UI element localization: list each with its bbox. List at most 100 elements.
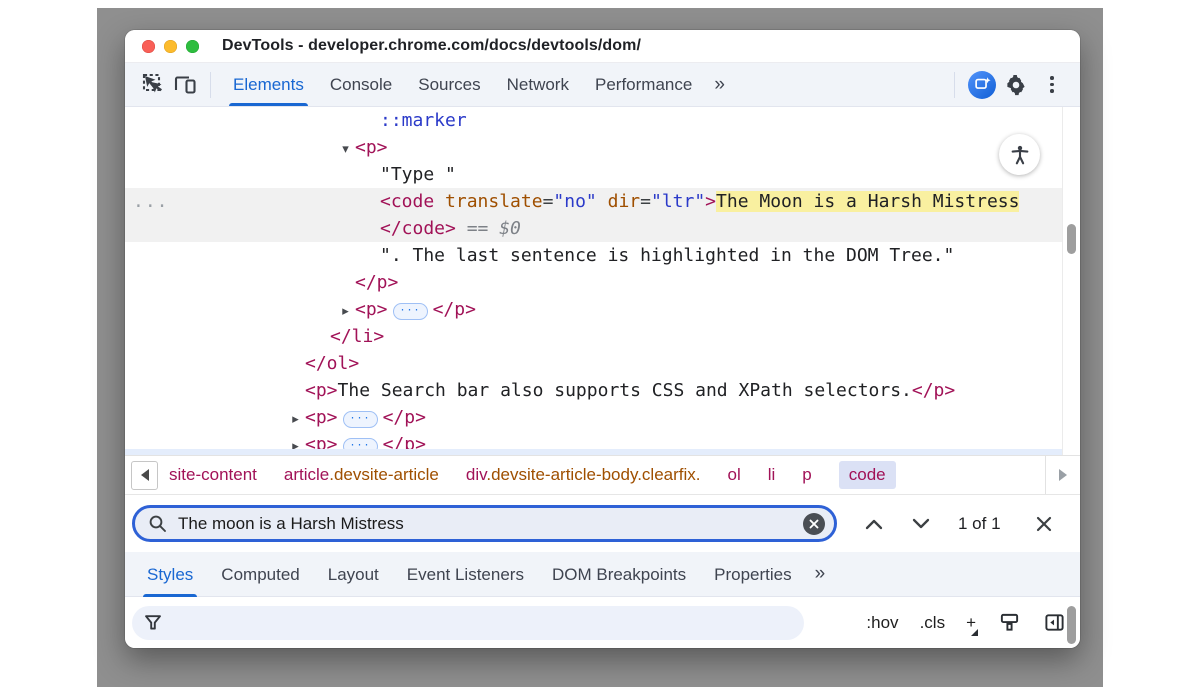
dom-code-segment: </p>: [912, 380, 955, 401]
search-bar: 1 of 1: [125, 494, 1080, 552]
breadcrumb-item[interactable]: div.devsite-article-body.clearfix.: [466, 465, 701, 485]
dom-tree: ::marker▾<p>"Type "...<code translate="n…: [125, 107, 1080, 455]
tab-computed[interactable]: Computed: [207, 553, 313, 597]
tab-console[interactable]: Console: [317, 63, 405, 106]
main-toolbar: ElementsConsoleSourcesNetworkPerformance…: [125, 62, 1080, 107]
close-search-icon[interactable]: [1032, 512, 1056, 536]
dom-tree-row[interactable]: ::marker: [125, 107, 1080, 134]
toggle-device-toolbar-icon[interactable]: [169, 69, 201, 101]
dom-code-segment: </ol>: [305, 353, 359, 374]
dom-code-segment: The Search bar also supports CSS and XPa…: [338, 380, 912, 401]
dom-code-segment: <code: [380, 191, 434, 212]
tab-event-listeners[interactable]: Event Listeners: [393, 553, 538, 597]
breadcrumb-item[interactable]: li: [768, 465, 776, 485]
maximize-window-button[interactable]: [186, 40, 199, 53]
dom-tree-pane[interactable]: ::marker▾<p>"Type "...<code translate="n…: [125, 107, 1080, 455]
inspect-element-icon[interactable]: [137, 69, 169, 101]
search-icon: [148, 514, 167, 533]
breadcrumb-item[interactable]: code: [839, 461, 896, 489]
breadcrumb-items: site-content article.devsite-article div.d…: [169, 461, 1045, 489]
disclosure-triangle-collapsed-icon[interactable]: ▸: [286, 405, 305, 432]
settings-gear-icon[interactable]: [1000, 69, 1032, 101]
dom-scrollbar-thumb[interactable]: [1067, 224, 1076, 254]
toolbar-right-group: [945, 69, 1068, 101]
breadcrumb-segment: article: [284, 465, 329, 484]
dom-scrollbar[interactable]: [1062, 107, 1080, 455]
more-options-kebab-icon[interactable]: [1036, 69, 1068, 101]
breadcrumb-item[interactable]: article.devsite-article: [284, 465, 439, 485]
dom-tree-row[interactable]: </code> == $0: [125, 215, 1080, 242]
accessibility-person-icon[interactable]: [999, 134, 1040, 175]
breadcrumb-segment: ol: [728, 465, 741, 484]
toggle-element-state-button[interactable]: :hov: [866, 613, 898, 633]
panel-tabs: ElementsConsoleSourcesNetworkPerformance: [220, 63, 705, 106]
dom-code-segment: =: [543, 191, 554, 212]
element-classes-button[interactable]: .cls: [920, 613, 946, 633]
dom-code-segment: <p>: [305, 407, 338, 428]
match-count: 1 of 1: [958, 514, 1004, 534]
tab-elements[interactable]: Elements: [220, 63, 317, 106]
dom-tree-row[interactable]: <p>The Search bar also supports CSS and …: [125, 377, 1080, 404]
dom-code-segment: </code>: [380, 218, 456, 239]
disclosure-triangle-expanded-icon[interactable]: ▾: [336, 135, 355, 162]
previous-match-chevron-up-icon[interactable]: [862, 512, 886, 536]
row-menu-dots-icon[interactable]: ...: [133, 188, 169, 215]
close-window-button[interactable]: [142, 40, 155, 53]
clear-search-icon[interactable]: [803, 513, 825, 535]
tab-network[interactable]: Network: [494, 63, 582, 106]
expand-children-ellipsis-icon[interactable]: ···: [393, 303, 428, 320]
breadcrumb-item[interactable]: p: [802, 465, 811, 485]
tab-styles[interactable]: Styles: [133, 553, 207, 597]
styles-toolbar-buttons: :hov .cls +: [866, 611, 1066, 635]
traffic-lights: [142, 40, 199, 53]
tab-dom-breakpoints[interactable]: DOM Breakpoints: [538, 553, 700, 597]
more-sidebar-tabs-button[interactable]: »: [806, 563, 832, 585]
dom-tree-row[interactable]: ...<code translate="no" dir="ltr">The Mo…: [125, 188, 1080, 215]
dom-tree-row[interactable]: ". The last sentence is highlighted in t…: [125, 242, 1080, 269]
breadcrumb-item[interactable]: site-content: [169, 465, 257, 485]
breadcrumb-item[interactable]: ol: [728, 465, 741, 485]
dom-code-segment: >: [705, 191, 716, 212]
styles-filter-input[interactable]: [170, 613, 792, 633]
search-field[interactable]: [132, 505, 837, 542]
new-style-rule-plus-icon[interactable]: +: [966, 613, 976, 633]
sidebar-tab-list: StylesComputedLayoutEvent ListenersDOM B…: [133, 553, 806, 596]
rendering-brush-icon[interactable]: [997, 611, 1021, 635]
tab-performance[interactable]: Performance: [582, 63, 705, 106]
dom-tree-row[interactable]: </li>: [125, 323, 1080, 350]
dom-tree-row[interactable]: </ol>: [125, 350, 1080, 377]
next-match-chevron-down-icon[interactable]: [909, 512, 933, 536]
dom-code-segment: ". The last sentence is highlighted in t…: [380, 245, 954, 266]
more-panels-button[interactable]: »: [705, 74, 731, 96]
breadcrumb-segment: code: [849, 465, 886, 484]
tab-sources[interactable]: Sources: [405, 63, 493, 106]
disclosure-triangle-collapsed-icon[interactable]: ▸: [336, 297, 355, 324]
dom-tree-row[interactable]: ▾<p>: [125, 134, 1080, 161]
breadcrumb-segment: li: [768, 465, 776, 484]
ai-assistance-icon[interactable]: [968, 71, 996, 99]
styles-filter-field[interactable]: [132, 606, 804, 640]
styles-scrollbar-thumb[interactable]: [1067, 606, 1076, 644]
dom-code-segment: ::marker: [380, 110, 467, 131]
breadcrumb-scroll-right-icon[interactable]: [1045, 456, 1080, 494]
minimize-window-button[interactable]: [164, 40, 177, 53]
dom-code-segment: </p>: [355, 272, 398, 293]
dom-code-segment: dir: [608, 191, 641, 212]
dom-tree-row[interactable]: ▸<p> ··· </p>: [125, 296, 1080, 323]
dom-tree-row[interactable]: "Type ": [125, 161, 1080, 188]
dom-tree-row[interactable]: ▸<p>···</p>: [125, 404, 1080, 431]
breadcrumb-segment: site-content: [169, 465, 257, 484]
tab-layout[interactable]: Layout: [314, 553, 393, 597]
toggle-sidebar-panel-icon[interactable]: [1042, 611, 1066, 635]
search-input[interactable]: [176, 513, 803, 535]
dom-code-segment: </p>: [433, 299, 476, 320]
dom-tree-row[interactable]: </p>: [125, 269, 1080, 296]
dom-code-segment: <p>: [355, 299, 388, 320]
tab-properties[interactable]: Properties: [700, 553, 805, 597]
plus-dropdown-caret: [971, 629, 978, 636]
dom-code-segment: [597, 191, 608, 212]
filter-funnel-icon: [144, 614, 162, 631]
expand-children-ellipsis-icon[interactable]: ···: [343, 411, 378, 428]
dom-code-segment: <p>: [355, 137, 388, 158]
breadcrumb-scroll-left-icon[interactable]: [131, 461, 158, 490]
